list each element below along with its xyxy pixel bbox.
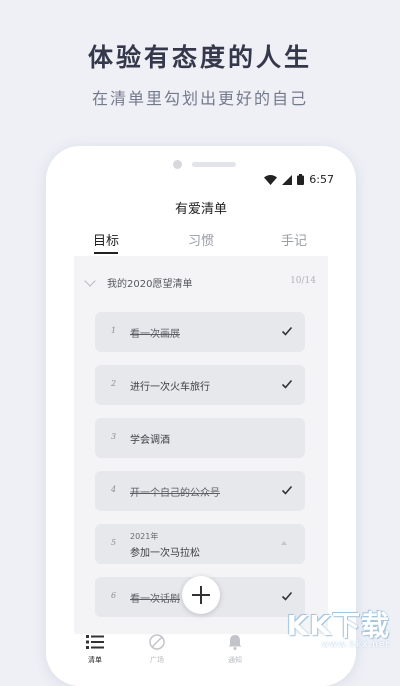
battery-icon — [297, 174, 305, 185]
item-text: 学会调酒 — [130, 435, 170, 446]
nav-label: 通知 — [228, 656, 242, 664]
status-bar: 6:57 — [264, 173, 334, 186]
item-number: 2 — [111, 379, 117, 388]
nav-label: 清单 — [88, 656, 102, 664]
nav-item-square[interactable]: 广场 — [132, 634, 182, 665]
item-text: 开一个自己的公众号 — [130, 488, 220, 499]
promo-title: 体验有态度的人生 — [87, 43, 312, 72]
list-item[interactable]: 3 学会调酒 — [95, 418, 305, 458]
watermark-logo: KK下载 — [286, 609, 390, 642]
add-item-button[interactable] — [182, 576, 220, 614]
list-group-header[interactable]: 我的2020愿望清单 10/14 — [74, 272, 328, 292]
nav-item-notifications[interactable]: 通知 — [210, 634, 260, 665]
item-text: 进行一次火车旅行 — [130, 382, 210, 393]
promo-subtitle: 在清单里勾划出更好的自己 — [91, 89, 308, 108]
watermark: KK下载 www.kkx.net — [286, 609, 390, 651]
tab-bar: 目标 习惯 手记 — [46, 230, 356, 256]
item-text: 看一次画展 — [130, 329, 180, 340]
list-item[interactable]: 5 2021年 参加一次马拉松 — [95, 524, 305, 564]
compass-icon — [149, 634, 165, 650]
caret-up-icon — [281, 541, 287, 545]
item-date: 2021年 — [130, 532, 159, 541]
tab-habits[interactable]: 习惯 — [171, 230, 231, 249]
item-number: 4 — [111, 485, 117, 494]
phone-frame: 6:57 有爱清单 目标 习惯 手记 我的2020愿望清单 10/14 1 看一… — [46, 146, 356, 686]
list-progress-count: 10/14 — [290, 276, 316, 286]
item-text: 参加一次马拉松 — [130, 548, 200, 559]
front-camera — [173, 160, 182, 169]
status-time: 6:57 — [309, 173, 334, 186]
list-icon — [86, 635, 104, 649]
item-number: 1 — [111, 326, 117, 335]
item-number: 5 — [111, 538, 117, 547]
nav-label: 广场 — [150, 656, 164, 664]
list-item[interactable]: 1 看一次画展 — [95, 312, 305, 352]
check-icon[interactable] — [281, 378, 293, 390]
list-item[interactable]: 4 开一个自己的公众号 — [95, 471, 305, 511]
signal-icon — [282, 174, 293, 185]
tab-journal[interactable]: 手记 — [264, 230, 324, 249]
check-icon[interactable] — [281, 484, 293, 496]
active-tab-indicator — [94, 252, 118, 254]
item-number: 3 — [111, 432, 117, 441]
list-group-title: 我的2020愿望清单 — [107, 279, 193, 290]
bell-icon — [228, 635, 242, 650]
nav-item-list[interactable]: 清单 — [70, 634, 120, 665]
app-title: 有爱清单 — [174, 202, 227, 217]
check-icon[interactable] — [281, 325, 293, 337]
chevron-down-icon — [84, 275, 96, 287]
speaker-grille — [192, 162, 236, 167]
item-text: 看一次话剧 — [130, 594, 180, 605]
wifi-icon — [264, 174, 278, 185]
check-icon[interactable] — [281, 590, 293, 602]
list-item[interactable]: 2 进行一次火车旅行 — [95, 365, 305, 405]
tab-goals[interactable]: 目标 — [76, 230, 136, 249]
item-number: 6 — [111, 591, 117, 600]
